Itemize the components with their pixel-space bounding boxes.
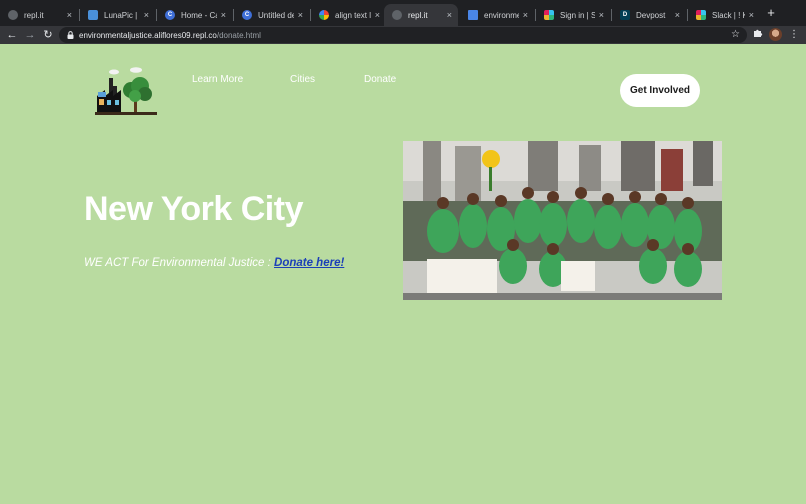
- canva-icon: C: [242, 10, 252, 20]
- close-icon[interactable]: ×: [298, 10, 303, 20]
- tab-9[interactable]: D Devpost ×: [612, 4, 686, 26]
- url-path: /donate.html: [216, 30, 261, 40]
- tab-title: Home - Can: [181, 10, 217, 20]
- reload-icon[interactable]: ↻: [41, 28, 55, 42]
- menu-kebab-icon[interactable]: ⋮: [787, 28, 801, 42]
- google-icon: [319, 10, 329, 20]
- donate-here-link[interactable]: Donate here!: [274, 257, 344, 269]
- lunapic-icon: [88, 10, 98, 20]
- close-icon[interactable]: ×: [675, 10, 680, 20]
- tab-10[interactable]: Slack | ! Kim ×: [688, 4, 760, 26]
- canva-icon: C: [165, 10, 175, 20]
- web-page: Learn More Cities Donate Get Involved Ne…: [0, 44, 806, 504]
- back-arrow-icon[interactable]: ←: [5, 28, 19, 42]
- tab-title: Sign in | Sla: [560, 10, 595, 20]
- browser-toolbar: ← → ↻ environmentaljustice.aliflores09.r…: [0, 26, 806, 44]
- tab-6-active[interactable]: repl.it ×: [384, 4, 458, 26]
- tab-title: repl.it: [24, 10, 44, 20]
- forward-arrow-icon[interactable]: →: [23, 28, 37, 42]
- tab-title: environment: [484, 10, 519, 20]
- close-icon[interactable]: ×: [144, 10, 149, 20]
- devpost-icon: D: [620, 10, 630, 20]
- tab-4[interactable]: C Untitled des ×: [234, 4, 309, 26]
- new-tab-button[interactable]: +: [764, 6, 778, 20]
- tab-title: LunaPic | Fr: [104, 10, 140, 20]
- lock-icon: [67, 31, 74, 39]
- close-icon[interactable]: ×: [749, 10, 754, 20]
- close-icon[interactable]: ×: [447, 10, 452, 20]
- close-icon[interactable]: ×: [221, 10, 226, 20]
- get-involved-button[interactable]: Get Involved: [620, 74, 700, 107]
- docs-icon: [468, 10, 478, 20]
- tab-7[interactable]: environment ×: [460, 4, 534, 26]
- slack-icon: [544, 10, 554, 20]
- replit-icon: [8, 10, 18, 20]
- bookmark-star-icon[interactable]: ☆: [731, 29, 740, 40]
- tab-1[interactable]: repl.it ×: [0, 4, 78, 26]
- tab-5[interactable]: align text lef ×: [311, 4, 386, 26]
- nav-donate[interactable]: Donate: [364, 74, 396, 85]
- group-photo: [403, 141, 722, 300]
- page-title: New York City: [84, 190, 303, 228]
- tagline-text: WE ACT For Environmental Justice :: [84, 257, 275, 269]
- close-icon[interactable]: ×: [375, 10, 380, 20]
- tab-title: repl.it: [408, 10, 428, 20]
- slack-icon: [696, 10, 706, 20]
- extensions-puzzle-icon[interactable]: [751, 28, 765, 42]
- browser-tab-strip: repl.it × LunaPic | Fr × C Home - Can × …: [0, 0, 806, 26]
- tab-2[interactable]: LunaPic | Fr ×: [80, 4, 155, 26]
- tab-title: align text lef: [335, 10, 371, 20]
- close-icon[interactable]: ×: [67, 10, 72, 20]
- tab-title: Untitled des: [258, 10, 294, 20]
- factory-tree-logo[interactable]: [95, 66, 157, 118]
- tab-8[interactable]: Sign in | Sla ×: [536, 4, 610, 26]
- close-icon[interactable]: ×: [523, 10, 528, 20]
- tab-title: Slack | ! Kim: [712, 10, 745, 20]
- profile-avatar[interactable]: [769, 28, 782, 41]
- url-host: environmentaljustice.aliflores09.repl.co: [79, 30, 217, 40]
- tab-3[interactable]: C Home - Can ×: [157, 4, 232, 26]
- tagline: WE ACT For Environmental Justice : Donat…: [84, 257, 344, 269]
- nav-cities[interactable]: Cities: [290, 74, 315, 85]
- tab-title: Devpost: [636, 10, 666, 20]
- replit-icon: [392, 10, 402, 20]
- nav-learn-more[interactable]: Learn More: [192, 74, 243, 85]
- address-bar[interactable]: environmentaljustice.aliflores09.repl.co…: [59, 27, 747, 43]
- close-icon[interactable]: ×: [599, 10, 604, 20]
